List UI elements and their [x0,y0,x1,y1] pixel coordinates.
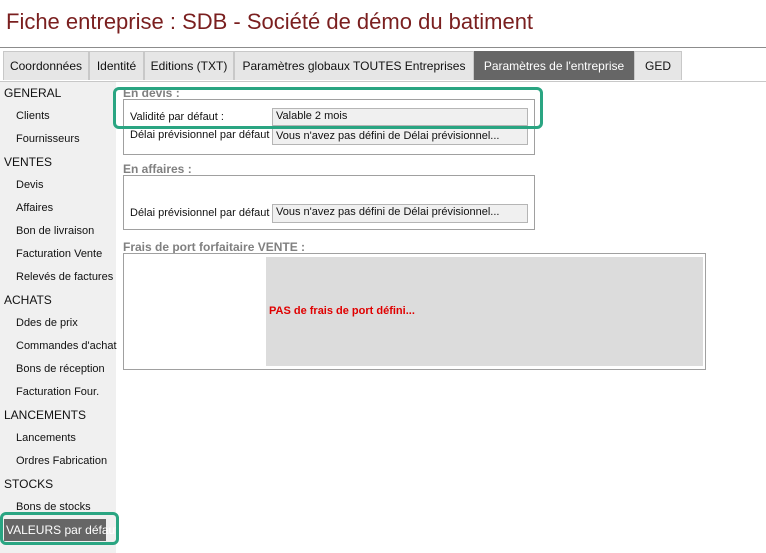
sidebar-item-devis[interactable]: Devis [0,175,132,195]
sidebar-item-fournisseurs[interactable]: Fournisseurs [0,129,132,149]
frais-port-message: PAS de frais de port défini... [269,305,415,317]
sidebar-category-general[interactable]: GENERAL [0,83,120,103]
sidebar-category-stocks[interactable]: STOCKS [0,474,120,494]
validite-field[interactable]: Valable 2 mois [272,108,528,126]
sidebar-item-facturation-vente[interactable]: Facturation Vente [0,244,132,264]
window-title: Fiche entreprise : SDB - Société de démo… [6,9,534,34]
tab-coordonnees[interactable]: Coordonnées [3,51,89,80]
delai-devis-field[interactable]: Vous n'avez pas défini de Délai prévisio… [272,128,528,145]
sidebar-item-clients[interactable]: Clients [0,106,132,126]
sidebar-item-bons-de-reception[interactable]: Bons de réception [0,359,132,379]
tab-parametres-globaux[interactable]: Paramètres globaux TOUTES Entreprises [234,51,474,80]
tab-identite[interactable]: Identité [89,51,144,80]
sidebar-item-bon-de-livraison[interactable]: Bon de livraison [0,221,132,241]
sidebar: GENERAL Clients Fournisseurs VENTES Devi… [0,82,119,553]
tab-parametres-entreprise[interactable]: Paramètres de l'entreprise [474,51,634,80]
delai-devis-label: Délai prévisionnel par défaut : [130,129,276,141]
delai-affaires-label: Délai prévisionnel par défaut : [130,207,276,219]
validite-label: Validité par défaut : [130,111,224,123]
sidebar-item-ddes-de-prix[interactable]: Ddes de prix [0,313,132,333]
sidebar-item-commandes-achat[interactable]: Commandes d'achat [0,336,132,356]
sidebar-item-valeurs-par-defaut[interactable]: VALEURS par défaut [4,519,119,541]
tab-editions-txt[interactable]: Editions (TXT) [144,51,234,80]
sidebar-item-bons-de-stocks[interactable]: Bons de stocks [0,497,132,517]
sidebar-category-ventes[interactable]: VENTES [0,152,120,172]
group-title-frais-port: Frais de port forfaitaire VENTE : [123,240,306,254]
sidebar-category-lancements[interactable]: LANCEMENTS [0,405,120,425]
sidebar-item-releves-factures[interactable]: Relevés de factures [0,267,132,287]
delai-affaires-field[interactable]: Vous n'avez pas défini de Délai prévisio… [272,204,528,223]
sidebar-item-facturation-four[interactable]: Facturation Four. [0,382,132,402]
title-divider [0,47,766,48]
group-title-devis: En devis : [123,86,180,100]
sidebar-item-ordres-fabrication[interactable]: Ordres Fabrication [0,451,132,471]
tab-ged[interactable]: GED [634,51,682,80]
sidebar-item-affaires[interactable]: Affaires [0,198,132,218]
sidebar-category-achats[interactable]: ACHATS [0,290,120,310]
group-title-affaires: En affaires : [123,162,192,176]
sidebar-item-lancements[interactable]: Lancements [0,428,132,448]
